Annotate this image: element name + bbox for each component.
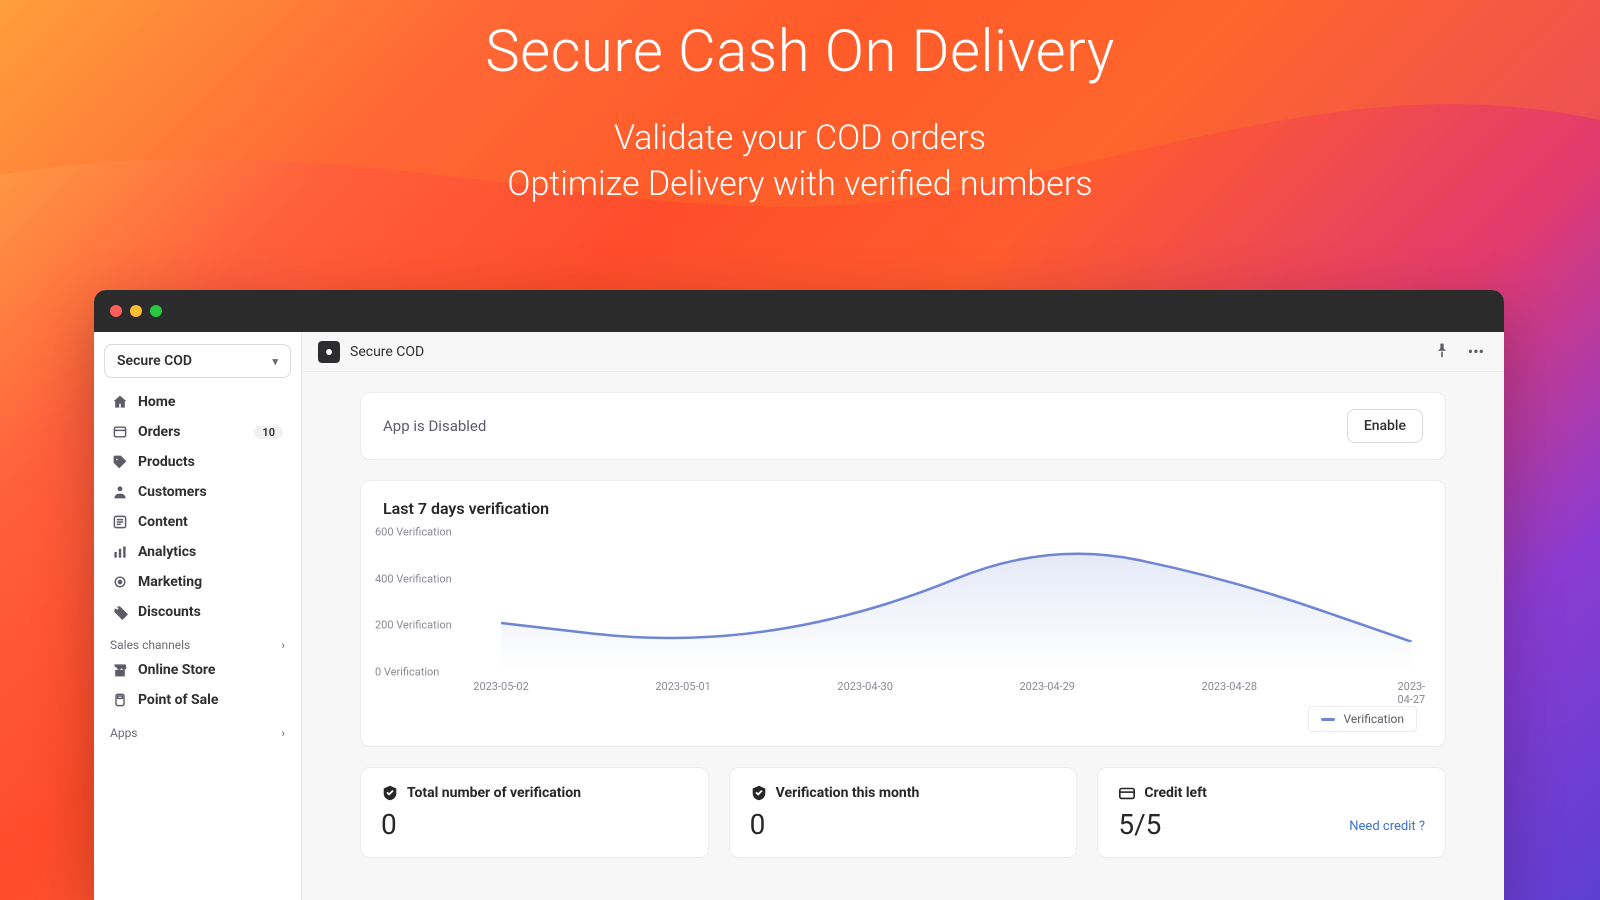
credit-card-icon xyxy=(1118,784,1136,802)
sidebar-item-label: Marketing xyxy=(138,574,202,590)
stat-label: Verification this month xyxy=(776,785,920,801)
stat-month: Verification this month 0 xyxy=(729,767,1078,858)
status-card: App is Disabled Enable xyxy=(360,392,1446,460)
enable-button[interactable]: Enable xyxy=(1347,409,1423,443)
stat-label: Credit left xyxy=(1144,785,1207,801)
status-text: App is Disabled xyxy=(383,417,486,435)
sidebar-item-label: Home xyxy=(138,394,175,410)
y-tick-label: 0 Verification xyxy=(375,666,439,679)
analytics-icon xyxy=(112,544,128,560)
minimize-dot[interactable] xyxy=(130,305,142,317)
stat-credit: Credit left 5/5 Need credit ? xyxy=(1097,767,1446,858)
sidebar-item-pos[interactable]: Point of Sale xyxy=(104,686,291,714)
chart-card: Last 7 days verification 0 Verification 2… xyxy=(360,480,1446,747)
maximize-dot[interactable] xyxy=(150,305,162,317)
x-tick-label: 2023-05-02 xyxy=(473,680,529,693)
section-apps[interactable]: Apps › xyxy=(104,716,291,744)
discount-icon xyxy=(112,604,128,620)
legend-swatch xyxy=(1321,718,1335,721)
app-icon xyxy=(318,341,340,363)
sidebar-item-orders[interactable]: Orders 10 xyxy=(104,418,291,446)
sidebar-item-label: Online Store xyxy=(138,662,215,678)
sidebar-item-products[interactable]: Products xyxy=(104,448,291,476)
y-tick-label: 400 Verification xyxy=(375,572,452,585)
stat-total: Total number of verification 0 xyxy=(360,767,709,858)
close-dot[interactable] xyxy=(110,305,122,317)
sidebar-item-online-store[interactable]: Online Store xyxy=(104,656,291,684)
window-titlebar xyxy=(94,290,1504,332)
pin-icon[interactable] xyxy=(1430,338,1454,366)
app-title: Secure COD xyxy=(350,344,424,360)
stat-label: Total number of verification xyxy=(407,785,581,801)
sidebar-item-home[interactable]: Home xyxy=(104,388,291,416)
user-icon xyxy=(112,484,128,500)
chart-area: 0 Verification 200 Verification 400 Verifi… xyxy=(371,520,1435,700)
shield-check-icon xyxy=(381,784,399,802)
sidebar-item-label: Content xyxy=(138,514,188,530)
chevron-right-icon: › xyxy=(281,638,285,652)
hero-subtitle-2: Optimize Delivery with verified numbers xyxy=(0,162,1600,208)
sidebar-item-marketing[interactable]: Marketing xyxy=(104,568,291,596)
x-tick-label: 2023-05-01 xyxy=(655,680,711,693)
more-icon[interactable]: ••• xyxy=(1464,338,1488,365)
y-tick-label: 200 Verification xyxy=(375,619,452,632)
sidebar-item-label: Analytics xyxy=(138,544,196,560)
app-bar: Secure COD ••• xyxy=(302,332,1504,372)
marketing-icon xyxy=(112,574,128,590)
sidebar-item-discounts[interactable]: Discounts xyxy=(104,598,291,626)
x-tick-label: 2023-04-29 xyxy=(1019,680,1075,693)
x-tick-label: 2023-04-28 xyxy=(1202,680,1258,693)
sidebar-item-label: Point of Sale xyxy=(138,692,218,708)
hero: Secure Cash On Delivery Validate your CO… xyxy=(0,0,1600,208)
legend-label: Verification xyxy=(1343,712,1404,726)
chevron-down-icon: ▾ xyxy=(272,355,278,368)
x-tick-label: 2023-04-27 xyxy=(1397,680,1425,706)
stat-value: 0 xyxy=(381,808,688,841)
chart-legend: Verification xyxy=(371,700,1435,736)
tag-icon xyxy=(112,454,128,470)
section-label: Sales channels xyxy=(110,638,190,652)
home-icon xyxy=(112,394,128,410)
stat-value: 0 xyxy=(750,808,1057,841)
store-selector[interactable]: Secure COD ▾ xyxy=(104,344,291,378)
store-name: Secure COD xyxy=(117,353,192,369)
sidebar-item-label: Discounts xyxy=(138,604,201,620)
sidebar-item-label: Customers xyxy=(138,484,207,500)
section-sales-channels[interactable]: Sales channels › xyxy=(104,628,291,656)
sidebar: Secure COD ▾ Home Orders 10 Products xyxy=(94,332,302,900)
sidebar-item-analytics[interactable]: Analytics xyxy=(104,538,291,566)
app-window: Secure COD ▾ Home Orders 10 Products xyxy=(94,290,1504,900)
sidebar-item-customers[interactable]: Customers xyxy=(104,478,291,506)
shield-check-icon xyxy=(750,784,768,802)
chart-title: Last 7 days verification xyxy=(383,499,1435,518)
hero-title: Secure Cash On Delivery xyxy=(0,18,1600,86)
y-tick-label: 600 Verification xyxy=(375,526,452,539)
store-icon xyxy=(112,662,128,678)
pos-icon xyxy=(112,692,128,708)
need-credit-link[interactable]: Need credit ? xyxy=(1349,819,1425,834)
orders-icon xyxy=(112,424,128,440)
sidebar-item-label: Orders xyxy=(138,424,180,440)
sidebar-item-content[interactable]: Content xyxy=(104,508,291,536)
x-tick-label: 2023-04-30 xyxy=(837,680,893,693)
sidebar-item-label: Products xyxy=(138,454,195,470)
section-label: Apps xyxy=(110,726,138,740)
hero-subtitle-1: Validate your COD orders xyxy=(0,116,1600,162)
orders-badge: 10 xyxy=(254,426,283,439)
chevron-right-icon: › xyxy=(281,726,285,740)
content-icon xyxy=(112,514,128,530)
